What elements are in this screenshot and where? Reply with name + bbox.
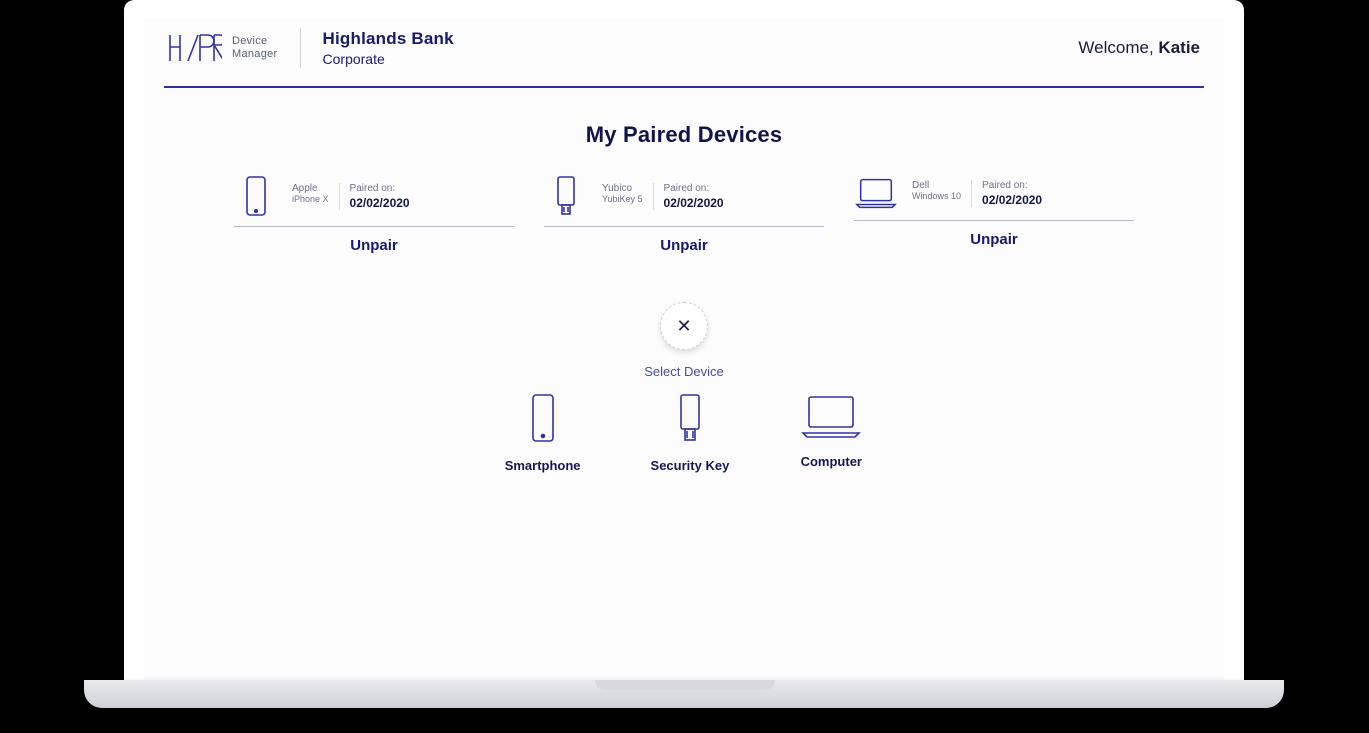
paired-date: 02/02/2020 bbox=[350, 196, 410, 210]
organization: Highlands Bank Corporate bbox=[323, 29, 454, 67]
device-brand: Apple bbox=[292, 183, 329, 194]
device-model: YubiKey 5 bbox=[602, 194, 643, 204]
unpair-button[interactable]: Unpair bbox=[544, 237, 824, 254]
paired-devices-row: Apple iPhone X Paired on: 02/02/2020 Unp… bbox=[144, 176, 1224, 254]
header-rule bbox=[164, 86, 1204, 88]
smartphone-icon bbox=[234, 176, 278, 216]
laptop-icon bbox=[854, 176, 898, 210]
option-caption: Smartphone bbox=[505, 458, 581, 473]
product-line2: Manager bbox=[232, 48, 278, 61]
paired-label: Paired on: bbox=[982, 180, 1042, 191]
paired-label: Paired on: bbox=[350, 183, 410, 194]
paired-date: 02/02/2020 bbox=[664, 196, 724, 210]
device-brand: Yubico bbox=[602, 183, 643, 194]
device-card: Apple iPhone X Paired on: 02/02/2020 Unp… bbox=[234, 176, 514, 254]
device-card: Dell Windows 10 Paired on: 02/02/2020 Un… bbox=[854, 176, 1134, 254]
product-name: Device Manager bbox=[232, 35, 278, 61]
header: Device Manager Highlands Bank Corporate … bbox=[144, 18, 1224, 86]
option-caption: Computer bbox=[801, 454, 862, 469]
laptop-frame: Device Manager Highlands Bank Corporate … bbox=[124, 0, 1244, 680]
option-smartphone[interactable]: Smartphone bbox=[505, 393, 581, 473]
org-sub: Corporate bbox=[323, 51, 454, 67]
header-divider bbox=[300, 28, 301, 68]
unpair-button[interactable]: Unpair bbox=[234, 237, 514, 254]
close-icon: ✕ bbox=[676, 316, 691, 337]
device-selector: ✕ Select Device Smartphone Security bbox=[144, 302, 1224, 473]
product-line1: Device bbox=[232, 35, 278, 48]
smartphone-icon bbox=[528, 393, 558, 448]
laptop-notch bbox=[595, 680, 775, 690]
device-brand: Dell bbox=[912, 180, 961, 191]
laptop-icon bbox=[799, 393, 863, 444]
logo: Device Manager bbox=[168, 33, 278, 63]
option-computer[interactable]: Computer bbox=[799, 393, 863, 473]
select-device-label: Select Device bbox=[644, 364, 723, 379]
device-model: iPhone X bbox=[292, 194, 329, 204]
welcome-prefix: Welcome, bbox=[1078, 38, 1158, 57]
welcome-name: Katie bbox=[1158, 38, 1200, 57]
device-model: Windows 10 bbox=[912, 191, 961, 201]
security-key-icon bbox=[676, 393, 704, 448]
welcome-text: Welcome, Katie bbox=[1078, 38, 1200, 58]
page-title: My Paired Devices bbox=[144, 122, 1224, 148]
paired-label: Paired on: bbox=[664, 183, 724, 194]
security-key-icon bbox=[544, 176, 588, 216]
paired-date: 02/02/2020 bbox=[982, 193, 1042, 207]
unpair-button[interactable]: Unpair bbox=[854, 231, 1134, 248]
option-caption: Security Key bbox=[651, 458, 730, 473]
hypr-logo-icon bbox=[168, 33, 222, 63]
close-selector-button[interactable]: ✕ bbox=[660, 302, 708, 350]
app-screen: Device Manager Highlands Bank Corporate … bbox=[144, 18, 1224, 680]
option-security-key[interactable]: Security Key bbox=[651, 393, 730, 473]
org-name: Highlands Bank bbox=[323, 29, 454, 49]
device-card: Yubico YubiKey 5 Paired on: 02/02/2020 U… bbox=[544, 176, 824, 254]
